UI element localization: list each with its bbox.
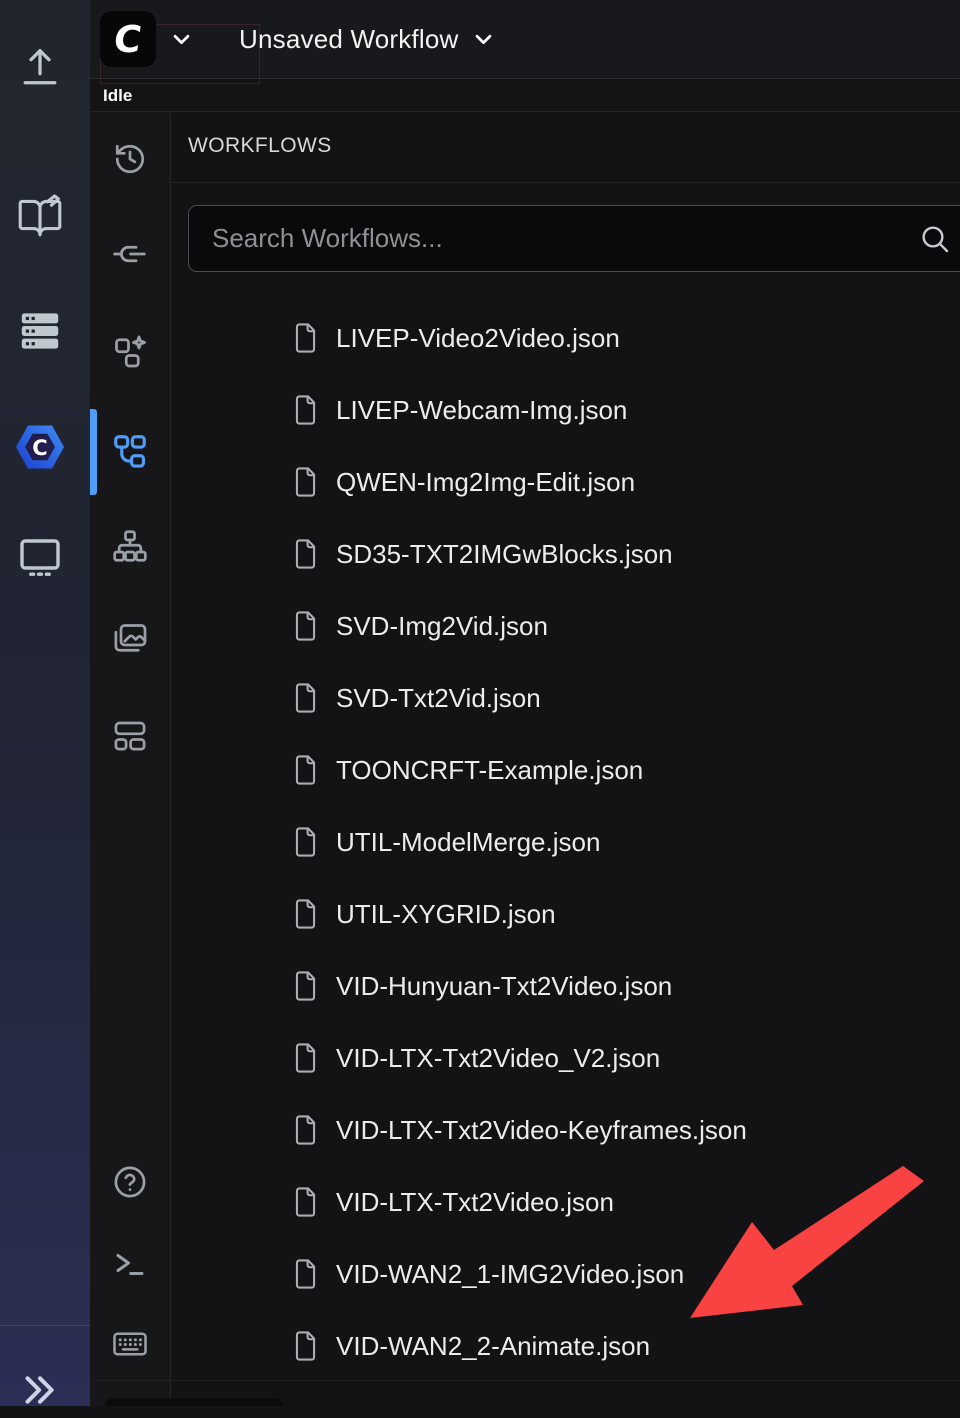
tool-button-terminal[interactable] (108, 1241, 152, 1285)
logo-menu-chevron-down-icon[interactable] (168, 28, 195, 50)
bottom-overlay-panel (105, 1398, 283, 1406)
workflow-selector-chevron-down-icon (470, 28, 497, 50)
workflow-selector-button[interactable]: Unsaved Workflow (239, 24, 497, 55)
panel-title: WORKFLOWS (188, 134, 332, 158)
link-icon (112, 236, 148, 272)
workflow-filename: LIVEP-Video2Video.json (336, 323, 620, 354)
tool-button-gallery[interactable] (108, 617, 152, 661)
comfyui-logo-button[interactable]: C (100, 11, 156, 67)
server-queue-icon (17, 308, 63, 354)
workflow-list-item[interactable]: UTIL-XYGRID.json (171, 878, 960, 950)
file-icon (293, 683, 318, 713)
workflow-filename: SD35-TXT2IMGwBlocks.json (336, 539, 673, 570)
workflow-list-item[interactable]: VID-LTX-Txt2Video.json (171, 1166, 960, 1238)
workflow-filename: VID-WAN2_1-IMG2Video.json (336, 1259, 684, 1290)
rail-button-docs-book[interactable] (12, 188, 68, 244)
workflow-list: LIVEP-Video2Video.json LIVEP-Webcam-Img.j… (171, 302, 960, 1382)
tool-button-link[interactable] (108, 232, 152, 276)
help-icon (112, 1164, 148, 1200)
workflow-filename: VID-WAN2_2-Animate.json (336, 1331, 650, 1362)
file-icon (293, 1187, 318, 1217)
rail-button-upload[interactable] (12, 39, 68, 95)
tool-rail (90, 113, 171, 1406)
workflow-filename: UTIL-ModelMerge.json (336, 827, 600, 858)
rail-button-expand-chevrons[interactable] (12, 1362, 68, 1418)
workflow-list-item[interactable]: SVD-Txt2Vid.json (171, 662, 960, 734)
panel-header-divider (171, 182, 960, 183)
docs-book-icon (15, 191, 65, 241)
workflow-filename: VID-LTX-Txt2Video.json (336, 1187, 614, 1218)
workflow-filename: VID-LTX-Txt2Video_V2.json (336, 1043, 660, 1074)
workflow-list-item[interactable]: LIVEP-Webcam-Img.json (171, 374, 960, 446)
svg-text:C: C (32, 436, 47, 460)
workflow-filename: LIVEP-Webcam-Img.json (336, 395, 627, 426)
workflow-list-item[interactable]: VID-LTX-Txt2Video-Keyframes.json (171, 1094, 960, 1166)
history-icon (113, 142, 147, 176)
sidebar-comfyui-logo[interactable]: C (12, 419, 68, 475)
left-rail-divider (0, 1325, 90, 1326)
workflow-list-item[interactable]: LIVEP-Video2Video.json (171, 302, 960, 374)
workflow-filename: UTIL-XYGRID.json (336, 899, 556, 930)
file-icon (293, 323, 318, 353)
tool-button-history[interactable] (108, 137, 152, 181)
comfyui-logo: C (112, 21, 144, 58)
workflow-filename: VID-Hunyuan-Txt2Video.json (336, 971, 672, 1002)
rail-button-desktop[interactable] (12, 529, 68, 585)
workflow-filename: TOONCRFT-Example.json (336, 755, 643, 786)
workflow-list-item[interactable]: VID-WAN2_2-Animate.json (171, 1310, 960, 1382)
bottom-divider (90, 1380, 960, 1381)
model-tree-icon (112, 528, 148, 564)
expand-chevrons-icon (20, 1370, 60, 1410)
file-icon (293, 467, 318, 497)
keyboard-shortcuts-icon (111, 1325, 149, 1363)
workflow-list-item[interactable]: QWEN-Img2Img-Edit.json (171, 446, 960, 518)
workflow-list-item[interactable]: SD35-TXT2IMGwBlocks.json (171, 518, 960, 590)
left-rail: C (0, 0, 90, 1406)
tool-button-help[interactable] (108, 1160, 152, 1204)
status-bar: Idle (90, 80, 960, 112)
comfyui-hexagon-logo: C (12, 419, 68, 475)
file-icon (293, 827, 318, 857)
file-icon (293, 971, 318, 1001)
workflow-list-item[interactable]: TOONCRFT-Example.json (171, 734, 960, 806)
file-icon (293, 539, 318, 569)
tool-button-layout-templates[interactable] (108, 713, 152, 757)
active-tab-indicator (90, 409, 97, 495)
workflow-list-item[interactable]: VID-LTX-Txt2Video_V2.json (171, 1022, 960, 1094)
search-workflows-input[interactable] (188, 205, 960, 272)
workflow-filename: SVD-Img2Vid.json (336, 611, 548, 642)
workflow-selector-label: Unsaved Workflow (239, 24, 458, 55)
file-icon (293, 611, 318, 641)
file-icon (293, 1043, 318, 1073)
file-icon (293, 395, 318, 425)
workflow-filename: QWEN-Img2Img-Edit.json (336, 467, 635, 498)
status-label: Idle (103, 86, 132, 106)
workflows-panel: WORKFLOWS LIVEP-Video2Video.json LIVEP-We… (171, 113, 960, 1406)
file-icon (293, 899, 318, 929)
tool-button-node-library[interactable] (108, 329, 152, 373)
workflows-icon (111, 432, 149, 470)
tool-button-keyboard-shortcuts[interactable] (108, 1322, 152, 1366)
upload-icon (17, 44, 63, 90)
workflow-list-item[interactable]: VID-Hunyuan-Txt2Video.json (171, 950, 960, 1022)
file-icon (293, 755, 318, 785)
desktop-icon (16, 533, 64, 581)
terminal-icon (112, 1245, 148, 1281)
tool-button-workflows[interactable] (108, 429, 152, 473)
workflow-list-item[interactable]: VID-WAN2_1-IMG2Video.json (171, 1238, 960, 1310)
workflow-list-item[interactable]: SVD-Img2Vid.json (171, 590, 960, 662)
layout-templates-icon (112, 717, 148, 753)
gallery-icon (112, 621, 148, 657)
file-icon (293, 1115, 318, 1145)
workflow-list-item[interactable]: UTIL-ModelMerge.json (171, 806, 960, 878)
tool-button-model-tree[interactable] (108, 524, 152, 568)
workflow-filename: VID-LTX-Txt2Video-Keyframes.json (336, 1115, 747, 1146)
file-icon (293, 1259, 318, 1289)
node-library-icon (112, 333, 148, 369)
workflow-filename: SVD-Txt2Vid.json (336, 683, 541, 714)
file-icon (293, 1331, 318, 1361)
rail-button-server-queue[interactable] (12, 303, 68, 359)
top-menu-bar: C Unsaved Workflow (90, 0, 960, 79)
